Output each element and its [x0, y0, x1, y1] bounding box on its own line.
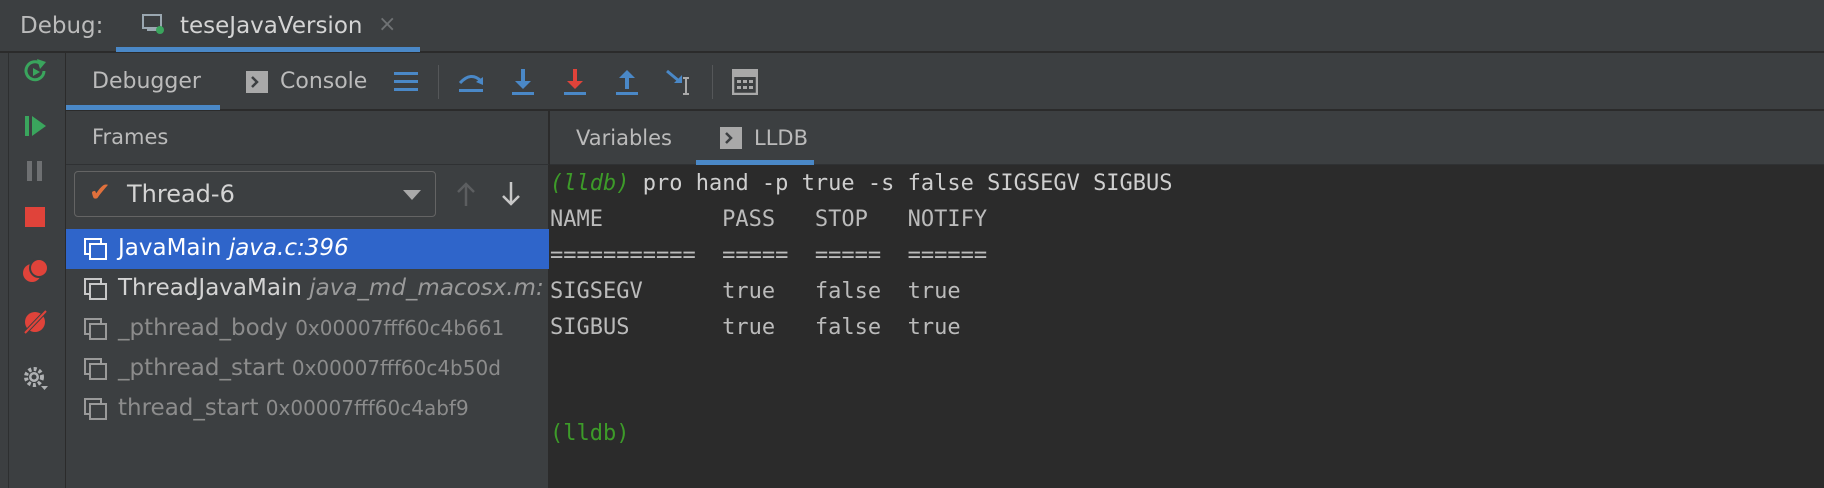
tab-console-label: Console — [280, 69, 368, 94]
active-tab-indicator — [66, 105, 220, 110]
stack-frame-icon — [84, 318, 108, 340]
frames-title: Frames — [92, 125, 169, 149]
lldb-prompt-input[interactable]: (lldb) — [550, 421, 629, 446]
frame-label: _pthread_start 0x00007fff60c4b50d — [118, 355, 501, 381]
next-frame-arrow-down-icon[interactable] — [496, 177, 526, 211]
frame-function: _pthread_body — [118, 315, 288, 341]
debug-tool-window-header: Debug: teseJavaVersion × — [0, 0, 1824, 52]
console-command: pro hand -p true -s false SIGSEGV SIGBUS — [629, 171, 1173, 196]
tab-variables[interactable]: Variables — [576, 111, 686, 165]
resume-icon[interactable] — [20, 111, 50, 141]
stack-frame-icon — [84, 358, 108, 380]
frame-address: 0x00007fff60c4b661 — [295, 316, 505, 340]
session-name: teseJavaVersion — [180, 13, 363, 39]
checkmark-icon: ✔ — [89, 178, 111, 208]
step-over-icon[interactable] — [455, 66, 487, 98]
divider — [8, 53, 9, 488]
frame-function: thread_start — [118, 395, 259, 421]
step-out-icon[interactable] — [611, 66, 643, 98]
frame-function: JavaMain — [118, 235, 222, 261]
debug-label: Debug: — [20, 13, 104, 39]
frames-panel: Frames ✔ Thread-6 JavaMain java.c:396 Th… — [66, 111, 549, 488]
frame-row[interactable]: ThreadJavaMain java_md_macosx.m: — [66, 269, 549, 309]
thread-dropdown[interactable]: ✔ Thread-6 — [74, 171, 436, 217]
frames-header: Frames — [66, 111, 549, 165]
session-tab[interactable]: teseJavaVersion × — [116, 0, 420, 52]
stack-frame-icon — [84, 278, 108, 300]
step-into-icon[interactable] — [507, 66, 539, 98]
settings-icon[interactable] — [20, 363, 50, 393]
frame-location: java_md_macosx.m: — [309, 275, 544, 301]
previous-frame-arrow-up-icon[interactable] — [451, 177, 481, 211]
toolbar-divider — [438, 65, 439, 99]
frame-label: JavaMain java.c:396 — [118, 235, 349, 261]
layout-menu-icon[interactable] — [390, 66, 422, 98]
tab-console[interactable]: Console — [246, 53, 396, 110]
chevron-down-icon — [403, 190, 421, 200]
console-icon — [246, 70, 268, 93]
thread-dropdown-value: Thread-6 — [127, 180, 235, 208]
rerun-icon[interactable] — [20, 55, 50, 85]
console-output-row: SIGBUS true false true — [550, 315, 961, 340]
frame-row[interactable]: _pthread_start 0x00007fff60c4b50d — [66, 349, 549, 389]
run-config-icon — [142, 14, 164, 34]
console-separator: =========== ===== ===== ====== — [550, 243, 988, 268]
pause-icon[interactable] — [20, 156, 50, 186]
stop-icon[interactable] — [20, 202, 50, 232]
frame-row[interactable]: _pthread_body 0x00007fff60c4b661 — [66, 309, 549, 349]
console-command-line: (lldb) pro hand -p true -s false SIGSEGV… — [550, 171, 1173, 196]
force-step-into-icon[interactable] — [559, 66, 591, 98]
tab-lldb[interactable]: LLDB — [696, 111, 814, 165]
frame-row[interactable]: JavaMain java.c:396 — [66, 229, 549, 269]
frame-label: ThreadJavaMain java_md_macosx.m: — [118, 275, 544, 301]
debug-actions-strip — [0, 53, 66, 488]
console-output-row: SIGSEGV true false true — [550, 279, 961, 304]
tab-debugger-label: Debugger — [92, 69, 201, 94]
frame-function: ThreadJavaMain — [118, 275, 302, 301]
variables-lldb-tabs: Variables LLDB — [550, 111, 1824, 165]
stack-frame-icon — [84, 238, 108, 260]
close-icon[interactable]: × — [378, 12, 396, 37]
frame-label: thread_start 0x00007fff60c4abf9 — [118, 395, 469, 421]
evaluate-expression-icon[interactable] — [729, 66, 761, 98]
toolbar-divider — [712, 65, 713, 99]
mute-breakpoints-icon[interactable] — [20, 307, 50, 337]
tab-variables-label: Variables — [576, 126, 672, 150]
frame-list: JavaMain java.c:396 ThreadJavaMain java_… — [66, 229, 549, 429]
frame-function: _pthread_start — [118, 355, 285, 381]
frame-location: java.c:396 — [228, 235, 349, 261]
console-icon — [720, 127, 742, 149]
frame-address: 0x00007fff60c4b50d — [291, 356, 501, 380]
active-tab-indicator — [116, 47, 420, 52]
tab-lldb-label: LLDB — [754, 126, 808, 150]
stack-frame-icon — [84, 398, 108, 420]
frame-row[interactable]: thread_start 0x00007fff60c4abf9 — [66, 389, 549, 429]
run-to-cursor-icon[interactable] — [663, 66, 695, 98]
lldb-prompt: (lldb) — [550, 171, 630, 196]
tab-debugger[interactable]: Debugger — [66, 53, 220, 110]
console-header: NAME PASS STOP NOTIFY — [550, 207, 988, 232]
frame-label: _pthread_body 0x00007fff60c4b661 — [118, 315, 504, 341]
view-breakpoints-icon[interactable] — [20, 256, 50, 286]
lldb-console[interactable]: (lldb) pro hand -p true -s false SIGSEGV… — [550, 165, 1824, 488]
frame-address: 0x00007fff60c4abf9 — [265, 396, 469, 420]
debugger-toolbar: Debugger Console — [66, 53, 1824, 110]
